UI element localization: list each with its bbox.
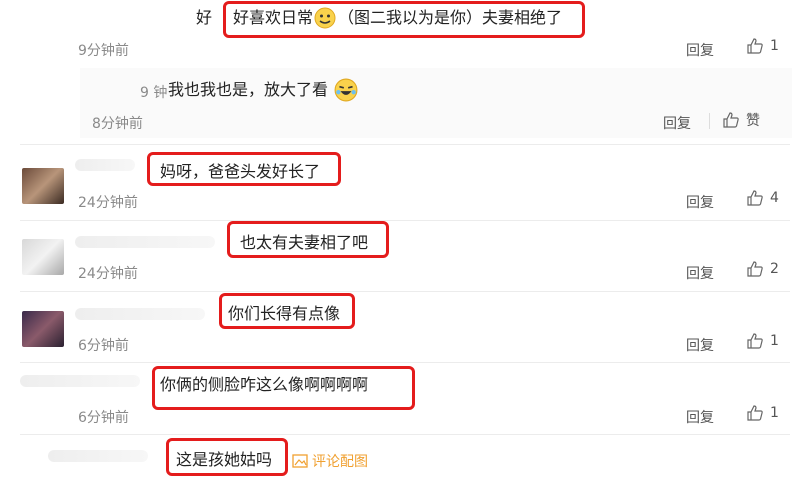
reply-button[interactable]: 回复 bbox=[686, 263, 714, 283]
like-count: 1 bbox=[770, 405, 779, 421]
comment-time: 24分钟前 bbox=[78, 266, 138, 282]
thumbs-up-icon bbox=[747, 261, 763, 277]
thumbs-up-icon bbox=[747, 405, 763, 421]
highlight-box bbox=[219, 293, 355, 329]
like-count: 2 bbox=[770, 261, 779, 277]
reply-button[interactable]: 回复 bbox=[663, 113, 691, 133]
reply-button[interactable]: 回复 bbox=[686, 192, 714, 212]
reply-button[interactable]: 回复 bbox=[686, 407, 714, 427]
avatar[interactable] bbox=[22, 311, 64, 347]
highlight-box bbox=[166, 438, 288, 476]
reply-prefix: 9 钟 bbox=[140, 85, 168, 101]
comment-time: 6分钟前 bbox=[78, 410, 129, 426]
username-blurred bbox=[75, 236, 215, 248]
like-label: 赞 bbox=[746, 113, 760, 129]
comment-image-link[interactable]: 评论配图 bbox=[292, 451, 368, 471]
like-button[interactable]: 1 bbox=[746, 404, 779, 422]
thumbs-up-icon bbox=[747, 333, 763, 349]
username-blurred bbox=[20, 375, 140, 387]
like-button[interactable]: 4 bbox=[746, 189, 779, 207]
like-button[interactable]: 1 bbox=[746, 37, 779, 55]
reply-time: 8分钟前 bbox=[92, 116, 143, 132]
thumbs-up-icon bbox=[747, 190, 763, 206]
thumbs-up-icon bbox=[723, 112, 739, 128]
thumbs-up-icon bbox=[747, 38, 763, 54]
like-count: 1 bbox=[770, 38, 779, 54]
reply-text: 我也我也是，放大了看 bbox=[168, 80, 329, 99]
divider bbox=[20, 220, 790, 221]
divider bbox=[20, 434, 790, 435]
highlight-box bbox=[223, 1, 585, 38]
username-blurred bbox=[75, 159, 135, 171]
username-blurred bbox=[48, 450, 148, 462]
separator bbox=[709, 113, 710, 129]
like-button[interactable]: 赞 bbox=[722, 110, 760, 130]
comment-prefix: 好 bbox=[196, 8, 213, 27]
divider bbox=[20, 362, 790, 363]
highlight-box bbox=[147, 152, 341, 186]
like-count: 1 bbox=[770, 333, 779, 349]
comment-image-label: 评论配图 bbox=[312, 454, 368, 470]
like-button[interactable]: 2 bbox=[746, 260, 779, 278]
divider bbox=[20, 291, 790, 292]
highlight-box bbox=[152, 366, 415, 410]
reply-button[interactable]: 回复 bbox=[686, 335, 714, 355]
reply-button[interactable]: 回复 bbox=[686, 40, 714, 60]
avatar[interactable] bbox=[22, 168, 64, 204]
laughing-emoji-icon bbox=[334, 78, 358, 106]
like-button[interactable]: 1 bbox=[746, 332, 779, 350]
like-count: 4 bbox=[770, 190, 779, 206]
username-blurred bbox=[75, 308, 205, 320]
highlight-box bbox=[227, 221, 389, 258]
comment-time: 9分钟前 bbox=[78, 43, 129, 59]
avatar[interactable] bbox=[22, 239, 64, 275]
image-icon bbox=[292, 454, 308, 468]
comment-time: 6分钟前 bbox=[78, 338, 129, 354]
comment-time: 24分钟前 bbox=[78, 195, 138, 211]
divider bbox=[20, 144, 790, 145]
